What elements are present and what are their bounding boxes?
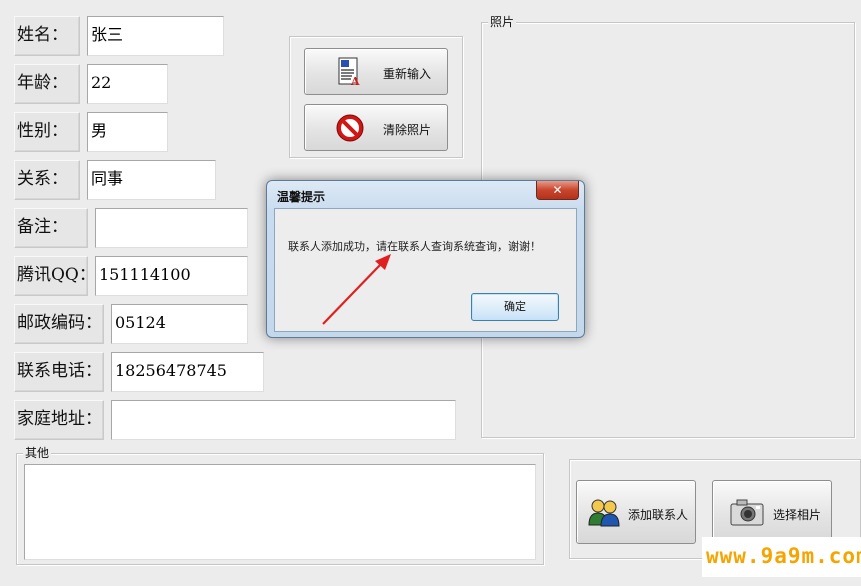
close-icon: ✕ [552, 183, 563, 197]
relation-input[interactable]: 同事 [87, 160, 216, 200]
note-label: 备注： [14, 208, 88, 248]
dialog-ok-label: 确定 [504, 300, 526, 313]
message-dialog: 温馨提示 ✕ 联系人添加成功，请在联系人查询系统查询，谢谢！ 确定 [266, 180, 585, 338]
document-edit-icon: A [337, 57, 361, 88]
reset-button-label: 重新输入 [383, 67, 432, 81]
name-label: 姓名： [14, 16, 80, 56]
other-group-title: 其他 [23, 446, 52, 460]
postcode-label: 邮政编码： [14, 304, 104, 344]
relation-label: 关系： [14, 160, 80, 200]
qq-label: 腾讯QQ： [14, 256, 96, 296]
postcode-input[interactable]: 05124 [111, 304, 248, 344]
address-input[interactable] [111, 400, 456, 440]
dialog-ok-button[interactable]: 确定 [471, 293, 559, 321]
add-contact-button-label: 添加联系人 [628, 508, 689, 522]
clear-photo-button-label: 清除照片 [383, 123, 432, 137]
watermark-text: www.9a9m.com [702, 537, 861, 577]
name-input[interactable]: 张三 [87, 16, 224, 56]
reset-button[interactable]: A 重新输入 [304, 48, 448, 95]
phone-input[interactable]: 18256478745 [111, 352, 264, 392]
dialog-close-button[interactable]: ✕ [536, 181, 579, 200]
photo-group-title: 照片 [488, 15, 517, 29]
dialog-title: 温馨提示 [277, 190, 326, 204]
gender-label: 性别： [14, 112, 80, 152]
camera-icon [729, 497, 765, 527]
address-label: 家庭地址： [14, 400, 104, 440]
age-input[interactable]: 22 [87, 64, 168, 104]
add-contact-button[interactable]: 添加联系人 [576, 480, 696, 544]
note-input[interactable] [95, 208, 248, 248]
users-icon [587, 497, 621, 527]
other-textarea[interactable] [24, 464, 536, 560]
clear-photo-button[interactable]: 清除照片 [304, 104, 448, 151]
age-label: 年龄： [14, 64, 80, 104]
qq-input[interactable]: 151114100 [95, 256, 248, 296]
phone-label: 联系电话： [14, 352, 104, 392]
choose-photo-button[interactable]: 选择相片 [712, 480, 832, 544]
no-entry-icon [335, 113, 365, 143]
choose-photo-button-label: 选择相片 [773, 508, 822, 522]
annotation-arrow-icon [322, 254, 391, 325]
gender-input[interactable]: 男 [87, 112, 168, 152]
svg-text:A: A [350, 75, 360, 87]
